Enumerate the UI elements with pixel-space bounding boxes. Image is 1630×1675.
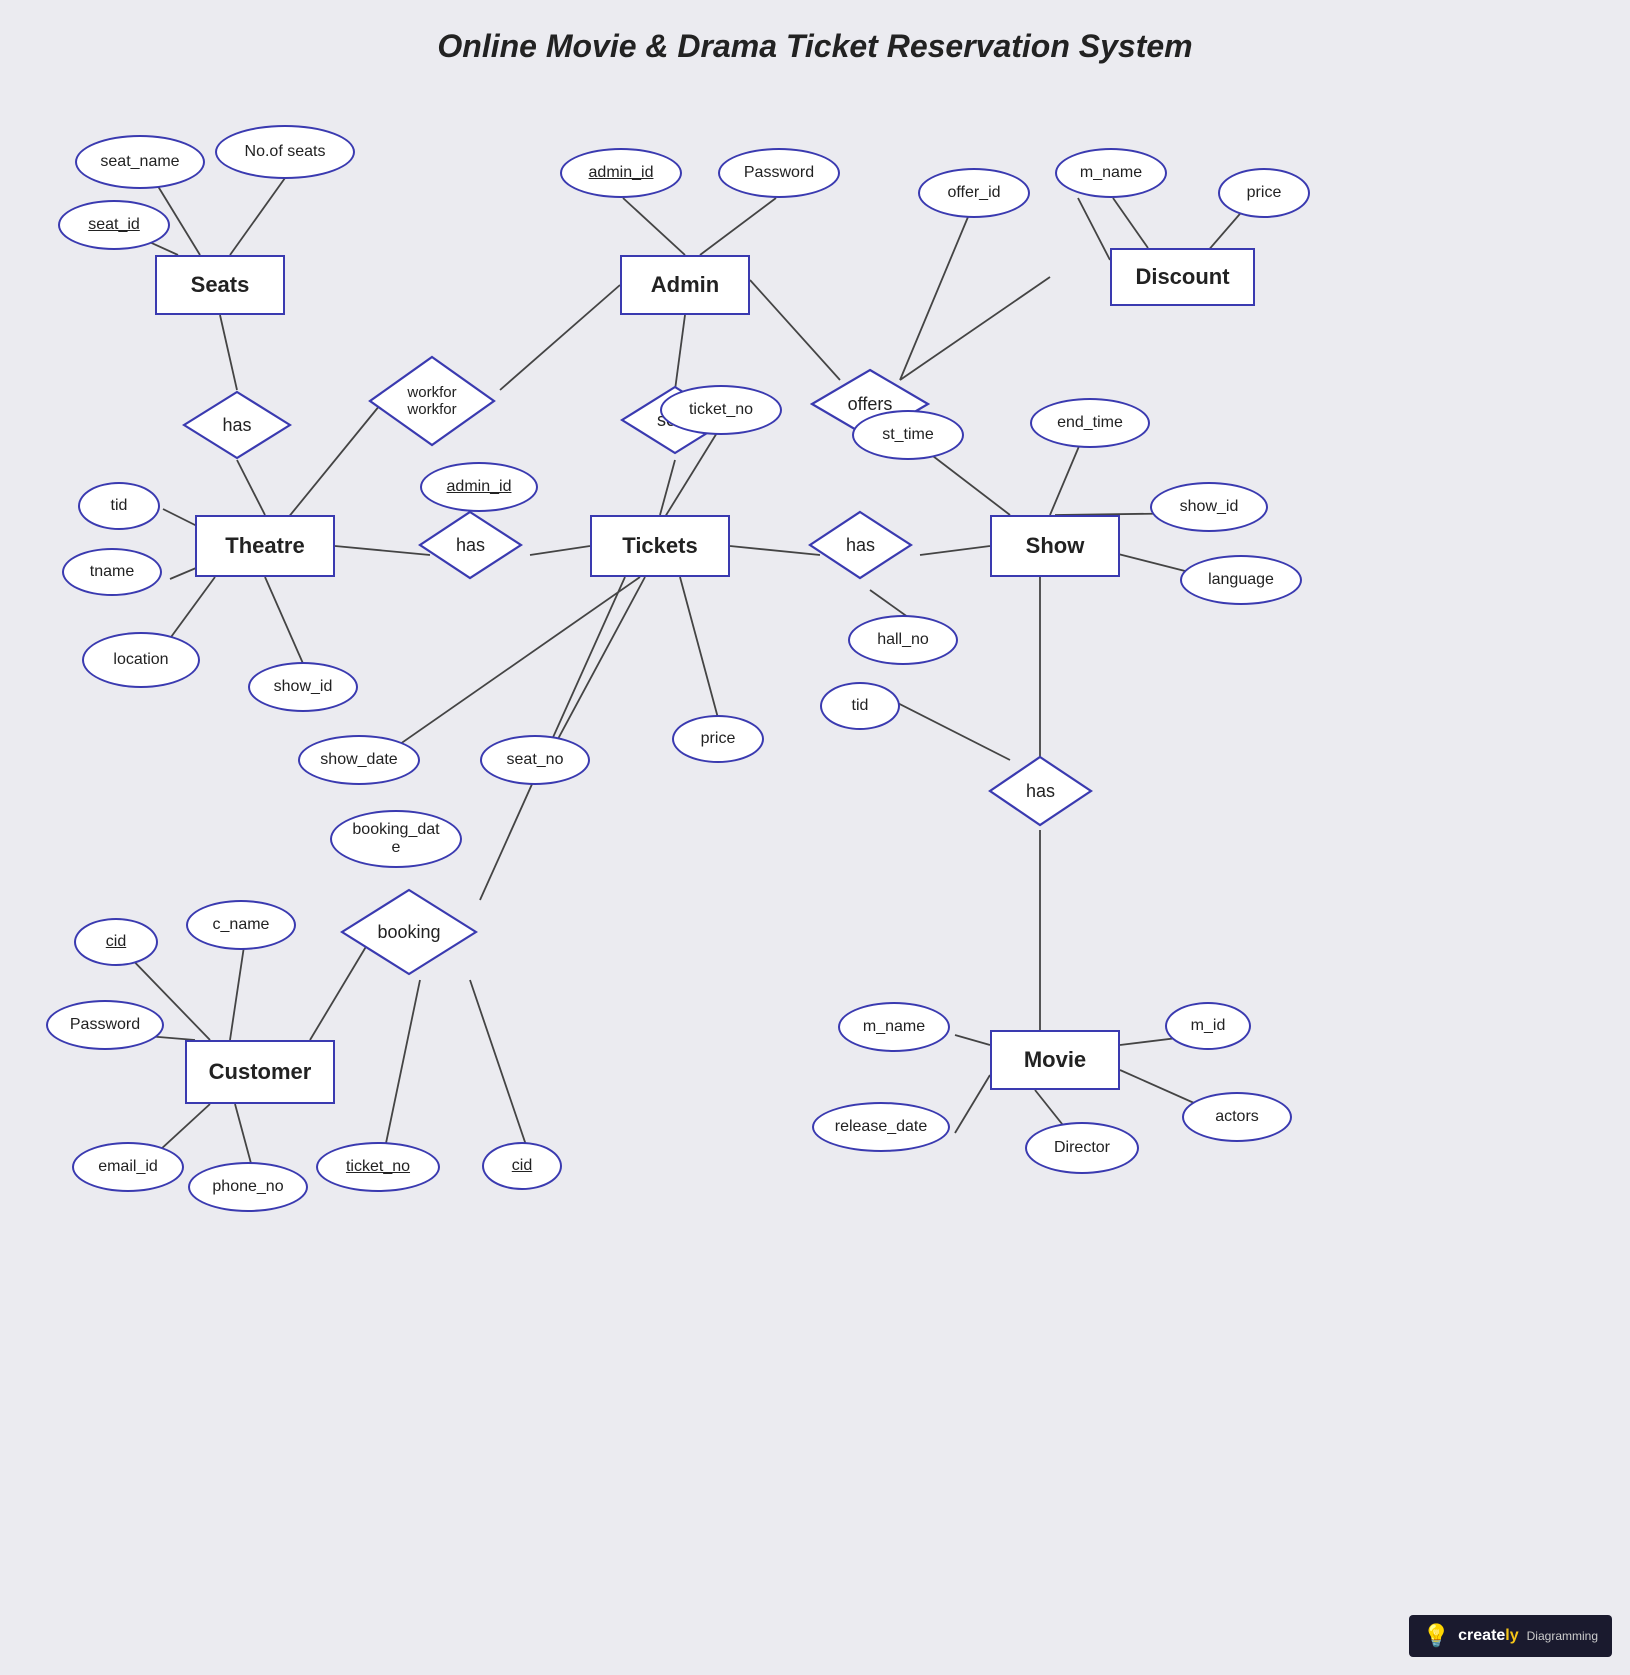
attr-price-ticket: price [672, 715, 764, 763]
attr-booking-date: booking_dat e [330, 810, 462, 868]
attr-tname: tname [62, 548, 162, 596]
entity-show: Show [990, 515, 1120, 577]
attr-phone-no: phone_no [188, 1162, 308, 1212]
creately-badge: 💡 creately Diagramming [1409, 1615, 1612, 1657]
creately-label: creately [1458, 1627, 1519, 1645]
attr-admin-id-rel: admin_id [420, 462, 538, 512]
attr-ticket-no-show: ticket_no [660, 385, 782, 435]
attr-language: language [1180, 555, 1302, 605]
connector-lines [0, 0, 1630, 1675]
attr-end-time: end_time [1030, 398, 1150, 448]
attr-offer-id: offer_id [918, 168, 1030, 218]
attr-release-date: release_date [812, 1102, 950, 1152]
relationship-has-theatre: has [418, 510, 523, 580]
attr-admin-id-top: admin_id [560, 148, 682, 198]
entity-customer: Customer [185, 1040, 335, 1104]
attr-show-id-show: show_id [1150, 482, 1268, 532]
relationship-workfor: workfor workfor [368, 355, 496, 447]
attr-m-name-movie: m_name [838, 1002, 950, 1052]
attr-director: Director [1025, 1122, 1139, 1174]
attr-no-of-seats: No.of seats [215, 125, 355, 179]
entity-admin: Admin [620, 255, 750, 315]
entity-discount: Discount [1110, 248, 1255, 306]
relationship-booking: booking [340, 888, 478, 976]
entity-movie: Movie [990, 1030, 1120, 1090]
diagramming-label: Diagramming [1527, 1629, 1598, 1643]
attr-tid-theatre: tid [78, 482, 160, 530]
relationship-has-show: has [808, 510, 913, 580]
entity-seats: Seats [155, 255, 285, 315]
attr-cid-customer: cid [74, 918, 158, 966]
attr-location: location [82, 632, 200, 688]
attr-c-name: c_name [186, 900, 296, 950]
attr-password-customer: Password [46, 1000, 164, 1050]
attr-m-id: m_id [1165, 1002, 1251, 1050]
attr-email-id: email_id [72, 1142, 184, 1192]
relationship-has-seats: has [182, 390, 292, 460]
attr-hall-no: hall_no [848, 615, 958, 665]
attr-cid-booking: cid [482, 1142, 562, 1190]
attr-seat-no: seat_no [480, 735, 590, 785]
attr-show-id-theatre: show_id [248, 662, 358, 712]
relationship-has-movie: has [988, 755, 1093, 827]
attr-show-date: show_date [298, 735, 420, 785]
diagram-container: Online Movie & Drama Ticket Reservation … [0, 0, 1630, 1675]
attr-actors: actors [1182, 1092, 1292, 1142]
bulb-icon: 💡 [1423, 1623, 1450, 1649]
entity-tickets: Tickets [590, 515, 730, 577]
entity-theatre: Theatre [195, 515, 335, 577]
attr-seat-id: seat_id [58, 200, 170, 250]
attr-st-time: st_time [852, 410, 964, 460]
attr-m-name-discount: m_name [1055, 148, 1167, 198]
attr-seat-name: seat_name [75, 135, 205, 189]
attr-ticket-no-booking: ticket_no [316, 1142, 440, 1192]
attr-tid-show: tid [820, 682, 900, 730]
attr-price-discount: price [1218, 168, 1310, 218]
attr-password-admin: Password [718, 148, 840, 198]
